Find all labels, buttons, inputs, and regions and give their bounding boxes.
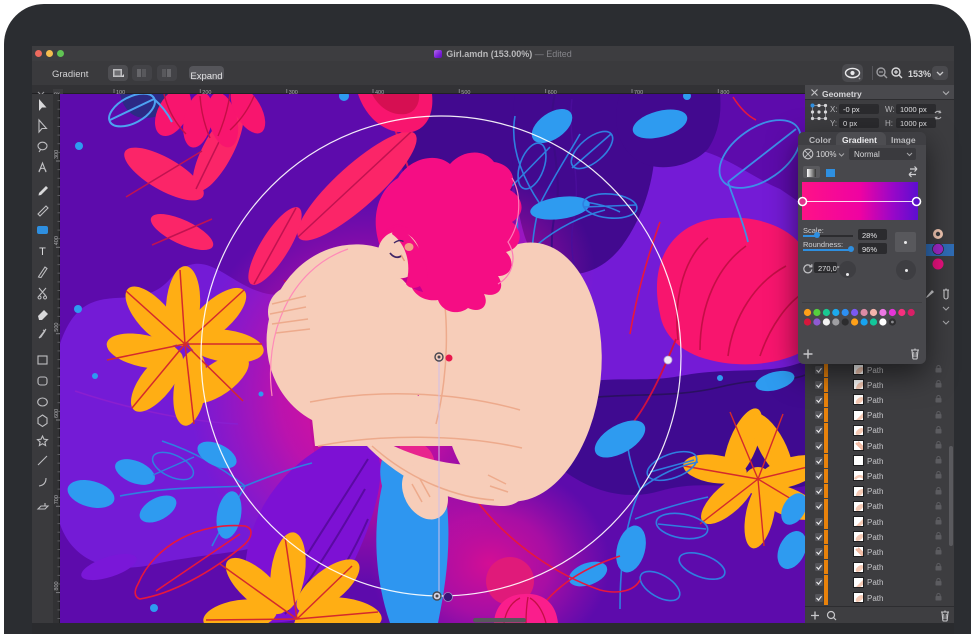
svg-text:T: T [39, 246, 46, 258]
